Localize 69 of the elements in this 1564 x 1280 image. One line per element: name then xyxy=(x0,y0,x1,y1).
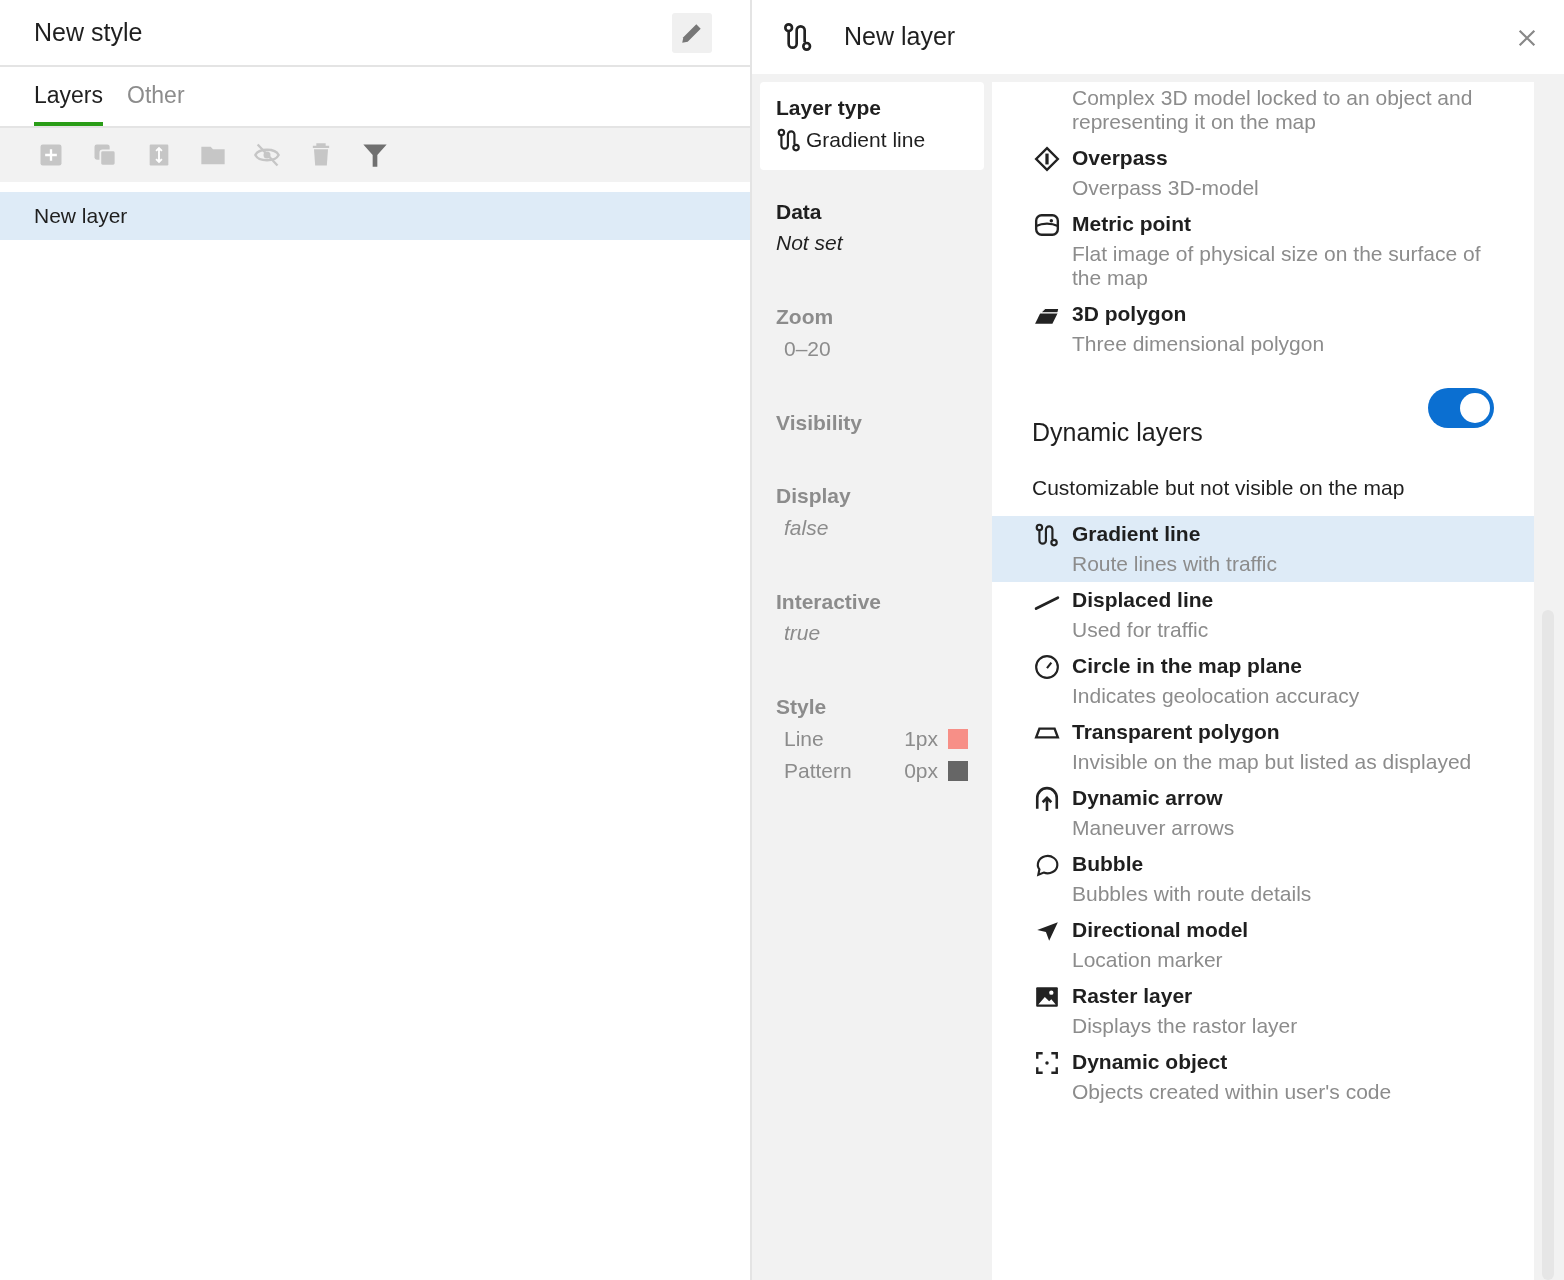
toggle-switch[interactable] xyxy=(1428,388,1494,428)
item-title: Dynamic object xyxy=(1072,1048,1229,1075)
item-description: Location marker xyxy=(1072,947,1224,972)
property-value: 0–20 xyxy=(783,335,832,362)
diamond-icon xyxy=(1034,146,1060,172)
style-width: 1px xyxy=(904,725,938,752)
property-value: Gradient line xyxy=(806,126,926,153)
panel-title: New style xyxy=(34,16,143,48)
property-label: Display xyxy=(776,483,852,509)
layer-type-item[interactable]: Directional model Location marker xyxy=(992,911,1534,978)
layer-type-item[interactable]: Dynamic arrow Maneuver arrows xyxy=(992,779,1534,846)
edit-button[interactable] xyxy=(672,12,712,53)
route-icon xyxy=(776,126,802,153)
item-title: Metric point xyxy=(1072,211,1192,237)
arch-arrow-icon xyxy=(1034,785,1060,812)
item-description: Invisible on the map but listed as displayed xyxy=(1072,749,1472,774)
property-value: true xyxy=(783,620,822,646)
eye-crossed-icon xyxy=(253,141,281,169)
property-label: Zoom xyxy=(776,304,835,330)
item-description: Used for traffic xyxy=(1072,617,1210,642)
item-title: Circle in the map plane xyxy=(1072,652,1303,679)
item-description: Objects created within user's code xyxy=(1072,1079,1392,1104)
layer-row[interactable]: New layer xyxy=(0,192,750,240)
item-description: Maneuver arrows xyxy=(1072,815,1235,840)
face-box-icon xyxy=(1034,212,1060,238)
item-title: Bubble xyxy=(1072,850,1145,877)
item-description: Route lines with traffic xyxy=(1072,551,1278,576)
style-width: 0px xyxy=(904,757,938,784)
layer-type-item[interactable]: Metric point Flat image of physical size on the surface of the map xyxy=(992,206,1534,296)
property-label: Interactive xyxy=(776,588,883,615)
layer-type-item[interactable]: Raster layer Displays the rastor layer xyxy=(992,977,1534,1044)
route-icon xyxy=(782,21,814,53)
item-description: Overpass 3D-model xyxy=(1072,176,1259,200)
layer-type-item[interactable]: Dynamic object Objects created within user's code xyxy=(992,1043,1534,1110)
panel-title: New layer xyxy=(844,21,957,53)
style-name: Line xyxy=(784,725,825,752)
dashed-frame-icon xyxy=(1034,1049,1060,1076)
item-description: Indicates geolocation accuracy xyxy=(1072,683,1360,708)
item-title: Directional model xyxy=(1072,916,1249,943)
style-name: Pattern xyxy=(784,757,853,784)
property-label: Visibility xyxy=(776,409,863,436)
route-icon xyxy=(1034,521,1060,548)
property-label: Layer type xyxy=(776,95,883,121)
item-description: Bubbles with route details xyxy=(1072,881,1312,906)
layer-type-item[interactable]: Bubble Bubbles with route details xyxy=(992,845,1534,912)
layer-type-item[interactable]: Transparent polygon Invisible on the map but listed as displayed xyxy=(992,713,1534,780)
layer-type-item[interactable]: Gradient line Route lines with traffic xyxy=(992,515,1534,582)
layer-type-item[interactable]: 3D polygon Three dimensional polygon xyxy=(992,296,1534,362)
item-title: Displaced line xyxy=(1072,586,1214,613)
item-title: Transparent polygon xyxy=(1072,718,1281,745)
layer-type-item[interactable]: Circle in the map plane Indicates geolocation accuracy xyxy=(992,647,1534,714)
item-description: Displays the rastor layer xyxy=(1072,1013,1298,1038)
property-value: Not set xyxy=(776,230,845,256)
gauge-icon xyxy=(1034,653,1060,680)
item-title: 3D polygon xyxy=(1072,301,1188,327)
section-description: Customizable but not visible on the map xyxy=(1031,474,1406,501)
property-value: false xyxy=(783,514,830,541)
property-label: Style xyxy=(776,694,828,720)
section-heading: Dynamic layers xyxy=(1032,417,1203,448)
layer-type-item[interactable]: Displaced line Used for traffic xyxy=(992,581,1534,648)
item-title: Gradient line xyxy=(1072,520,1202,547)
item-title: Overpass xyxy=(1072,145,1169,171)
item-description: Three dimensional polygon xyxy=(1072,332,1325,356)
item-description: Complex 3D model locked to an object and representing it on the map xyxy=(1072,86,1474,134)
item-title: Dynamic arrow xyxy=(1072,784,1224,811)
item-title: Raster layer xyxy=(1072,982,1194,1009)
property-label: Data xyxy=(776,198,823,225)
layer-type-item[interactable]: Overpass Overpass 3D-model xyxy=(992,140,1534,206)
item-description: Flat image of physical size on the surface of the map xyxy=(1072,242,1482,290)
